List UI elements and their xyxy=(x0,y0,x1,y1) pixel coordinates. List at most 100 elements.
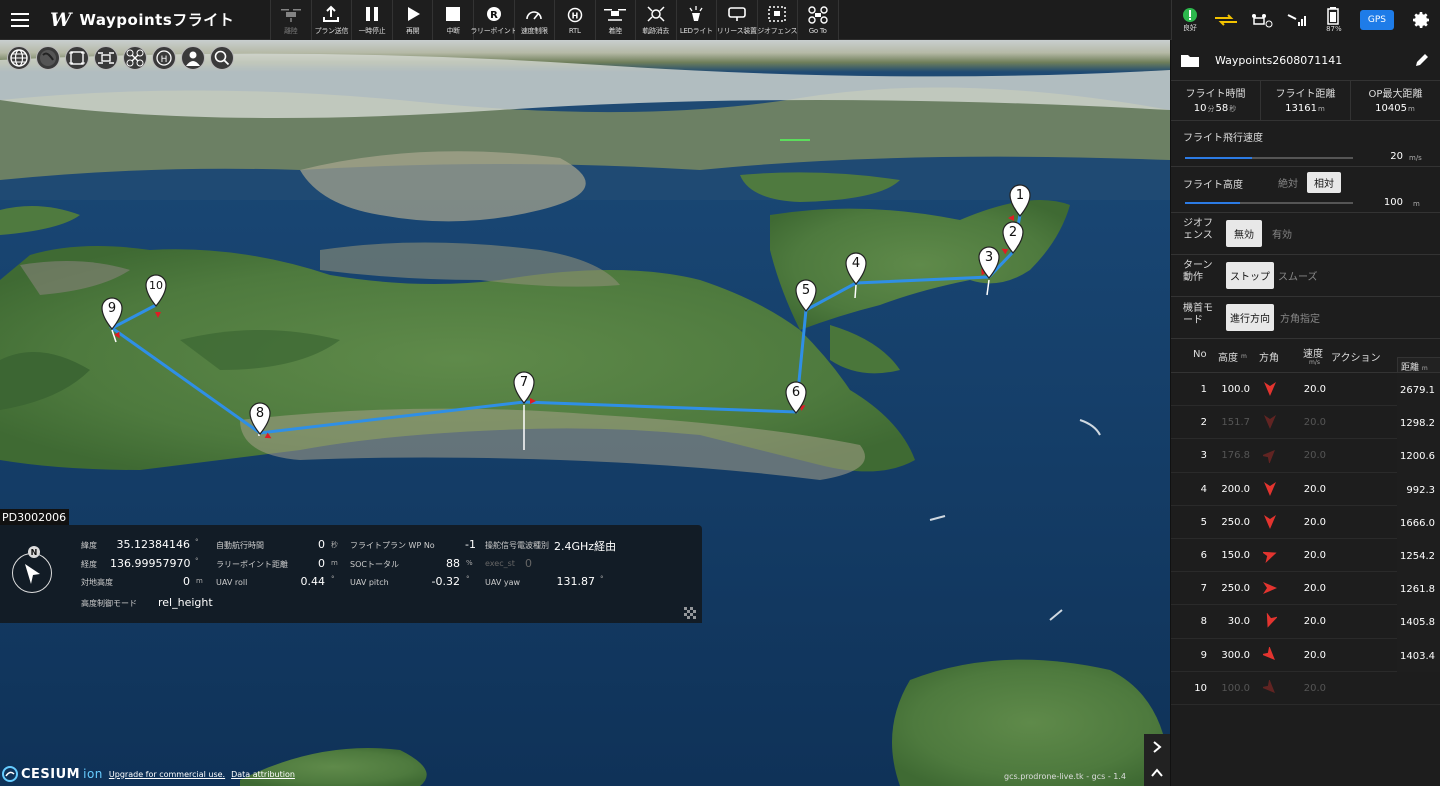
yaw-label: UAV yaw xyxy=(485,578,521,587)
heading-direction-option[interactable]: 進行方向 xyxy=(1226,304,1274,331)
rally-point-button[interactable]: R ラリーポイント xyxy=(470,0,518,40)
takeoff-button[interactable]: 離陸 xyxy=(271,0,312,40)
led-light-button[interactable]: LEDライト xyxy=(676,0,718,40)
row-altitude: 100.0 xyxy=(1221,682,1250,694)
goto-button[interactable]: Go To xyxy=(797,0,839,40)
gps-button[interactable]: GPS xyxy=(1359,10,1394,30)
plan-stats: フライト時間 10分58秒 フライト距離 13161m OP最大距離 10405… xyxy=(1171,81,1440,121)
col-altitude-unit: m xyxy=(1241,353,1247,360)
heading-fixed-option[interactable]: 方角指定 xyxy=(1276,304,1324,331)
globe-icon[interactable] xyxy=(7,46,31,70)
exec-value: 0 xyxy=(525,557,532,570)
waypoint-marker-3[interactable]: 3 xyxy=(978,246,1000,279)
app-brand: W Waypointsフライト xyxy=(40,0,270,39)
row-no: 6 xyxy=(1200,549,1207,561)
collapse-button[interactable] xyxy=(1144,760,1170,786)
row-speed: 20.0 xyxy=(1303,483,1326,495)
pause-button[interactable]: 一時停止 xyxy=(352,0,393,40)
turn-stop-option[interactable]: ストップ xyxy=(1226,262,1274,289)
data-attribution-link[interactable]: Data attribution xyxy=(231,770,295,779)
heading-arrow-icon xyxy=(1264,514,1276,529)
speed-row: フライト飛行速度 20 m/s xyxy=(1171,121,1440,167)
heading-arrow-icon xyxy=(1263,450,1275,464)
altitude-label: フライト高度 xyxy=(1183,180,1243,191)
waypoint-marker-2[interactable]: 2 xyxy=(1000,221,1024,255)
waypoint-label: 5 xyxy=(802,283,810,298)
waypoint-marker-6[interactable]: 6 xyxy=(785,381,807,414)
heading-arrow-icon xyxy=(1264,481,1276,496)
speed-unit: m/s xyxy=(1409,154,1422,162)
altitude-slider[interactable] xyxy=(1185,202,1353,204)
table-row[interactable]: 10 100.0 20.0 xyxy=(1171,672,1440,705)
folder-icon[interactable] xyxy=(1181,53,1199,67)
svg-text:R: R xyxy=(490,10,498,21)
pause-icon xyxy=(364,4,380,24)
geofence-button[interactable]: ジオフェンス xyxy=(757,0,798,40)
telemetry-panel: PD3002006 N 緯度 35.12384146 ° 経度 136.9995… xyxy=(0,509,702,623)
waypoint-marker-7[interactable]: 7 xyxy=(513,371,536,404)
row-altitude: 300.0 xyxy=(1221,649,1250,661)
altitude-relative-option[interactable]: 相対 xyxy=(1307,172,1341,193)
home-icon[interactable]: H xyxy=(152,46,176,70)
waypoint-marker-10[interactable]: 10 xyxy=(145,274,167,318)
turn-smooth-option[interactable]: スムーズ xyxy=(1276,262,1320,289)
abort-button[interactable]: 中断 xyxy=(433,0,474,40)
compass: N xyxy=(12,546,52,593)
altitude-absolute-option[interactable]: 絶対 xyxy=(1271,172,1305,193)
agl-value: 0 xyxy=(183,575,190,588)
goto-label: Go To xyxy=(808,27,827,35)
drone-icon[interactable] xyxy=(123,46,147,70)
speed-slider[interactable] xyxy=(1185,157,1353,159)
distance-column: 距離 m 2679.1 1298.2 1200.6 992.3 1666.0 1254.2… xyxy=(1397,357,1440,672)
waypoint-label: 6 xyxy=(792,385,800,400)
agl-unit: m xyxy=(196,577,203,585)
row-speed: 20.0 xyxy=(1303,616,1326,628)
waypoint-marker-9[interactable]: 9 xyxy=(101,297,123,340)
drone-view-icon[interactable] xyxy=(94,46,118,70)
waypoint-marker-1[interactable]: 1 xyxy=(1008,184,1031,221)
upgrade-link[interactable]: Upgrade for commercial use. xyxy=(109,770,225,779)
stop-icon xyxy=(445,4,461,24)
resize-handle-icon[interactable] xyxy=(684,607,696,619)
resume-button[interactable]: 再開 xyxy=(392,0,434,40)
menu-icon[interactable] xyxy=(0,0,40,39)
heading-arrow-icon xyxy=(1264,382,1276,396)
row-speed: 20.0 xyxy=(1303,682,1326,694)
geofence-on-option[interactable]: 有効 xyxy=(1264,220,1300,247)
row-no: 1 xyxy=(1200,384,1207,395)
distance-cell: 1254.2 xyxy=(1397,538,1440,573)
rtl-button[interactable]: H RTL xyxy=(554,0,596,40)
row-speed: 20.0 xyxy=(1303,417,1326,429)
geofence-icon xyxy=(767,4,787,24)
app-title: Waypointsフライト xyxy=(79,11,235,29)
health-icon xyxy=(1182,8,1197,22)
release-device-button[interactable]: リリース装置 xyxy=(717,0,758,40)
plan-send-button[interactable]: プラン送信 xyxy=(311,0,353,40)
cesium-icon xyxy=(2,766,18,782)
clear-track-button[interactable]: 軌跡消去 xyxy=(635,0,677,40)
health-label: 良好 xyxy=(1182,24,1197,32)
edit-pencil-icon[interactable] xyxy=(1414,52,1430,68)
search-icon[interactable] xyxy=(210,46,234,70)
lon-label: 経度 xyxy=(81,560,97,569)
row-no: 7 xyxy=(1200,583,1207,595)
drone-connection-indicator xyxy=(1244,0,1280,40)
app-logo: W xyxy=(50,8,72,31)
lat-unit: ° xyxy=(195,538,199,546)
distance-cell: 2679.1 xyxy=(1397,373,1440,407)
battery-indicator: 87% xyxy=(1316,0,1352,40)
waypoint-label: 8 xyxy=(256,406,264,421)
settings-button[interactable] xyxy=(1402,0,1440,40)
frame-icon[interactable] xyxy=(65,46,89,70)
waypoint-marker-4[interactable]: 4 xyxy=(845,252,867,285)
map-view[interactable]: 1 2 3 4 5 6 7 8 9 10 H PD3002006 N 緯度 35.12384146… xyxy=(0,40,1170,786)
geofence-off-option[interactable]: 無効 xyxy=(1226,220,1262,247)
upload-icon xyxy=(322,4,340,24)
waypoint-marker-8[interactable]: 8 xyxy=(249,402,273,441)
dark-globe-icon[interactable] xyxy=(36,46,60,70)
user-location-icon[interactable] xyxy=(181,46,205,70)
waypoint-label: 7 xyxy=(520,375,528,390)
speed-limit-button[interactable]: 速度制限 xyxy=(514,0,555,40)
land-button[interactable]: 着陸 xyxy=(595,0,636,40)
expand-panel-button[interactable] xyxy=(1144,734,1170,760)
